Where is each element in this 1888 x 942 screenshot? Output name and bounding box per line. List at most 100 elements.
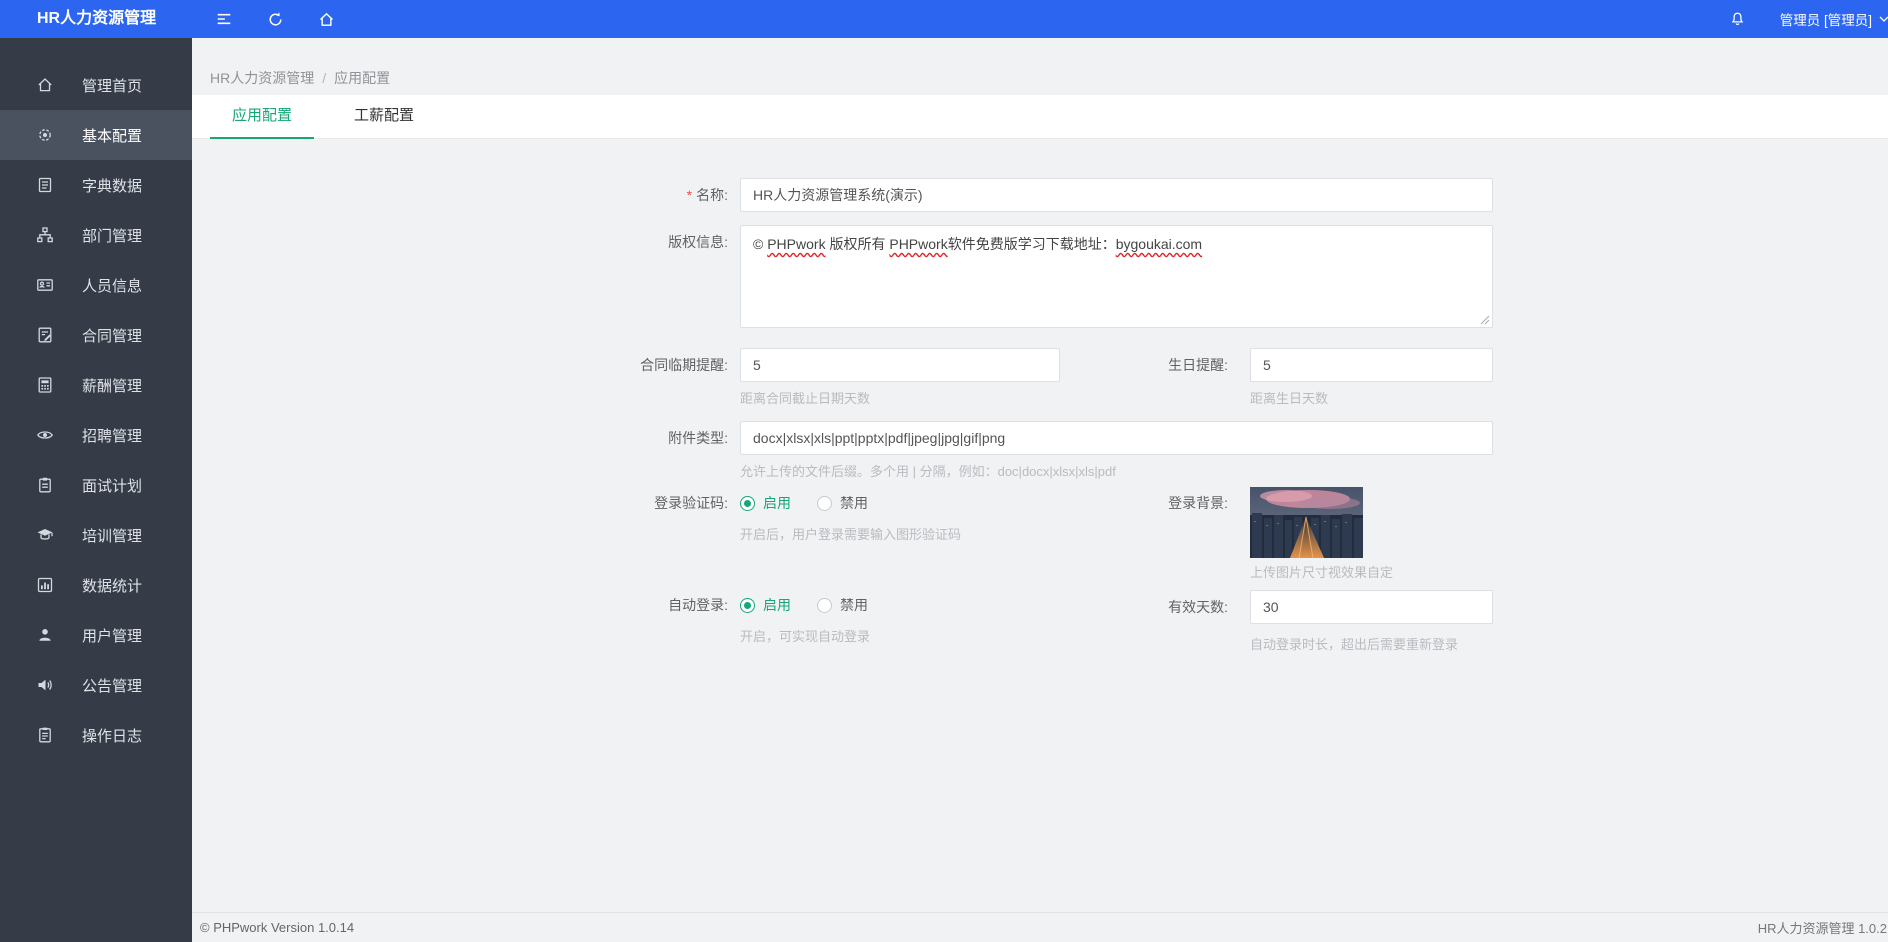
menu-toggle-icon[interactable] [212,7,236,31]
breadcrumb-root[interactable]: HR人力资源管理 [210,70,314,86]
log-icon [36,726,54,744]
tab-salary-config[interactable]: 工薪配置 [332,95,436,139]
copyright-textarea[interactable]: © PHPwork 版权所有 PHPwork软件免费版学习下载地址：bygouk… [740,225,1493,328]
speaker-icon [36,676,54,694]
birthday-reminder-input[interactable] [1250,348,1493,382]
login-background-image[interactable] [1250,487,1363,558]
gear-icon [36,126,54,144]
page-footer: © PHPwork Version 1.0.14 HR人力资源管理 1.0.2 [192,912,1888,942]
id-card-icon [36,276,54,294]
chevron-down-icon [1876,10,1888,28]
breadcrumb: HR人力资源管理 / 应用配置 [210,68,390,88]
breadcrumb-current: 应用配置 [334,70,391,86]
sidebar-item-label: 合同管理 [82,327,143,345]
login-background-hint: 上传图片尺寸视效果自定 [1250,565,1394,580]
sidebar-item-label: 用户管理 [82,627,143,645]
sidebar-item-salary[interactable]: 薪酬管理 [0,360,192,410]
user-menu[interactable]: 管理员 [管理员] [1780,0,1888,38]
name-input[interactable] [740,178,1493,212]
copyright-text: bygoukai.com [1115,236,1203,252]
calculator-icon [36,376,54,394]
sitemap-icon [36,226,54,244]
sidebar-item-label: 数据统计 [82,577,143,595]
bar-chart-icon [36,576,54,594]
attachment-types-input[interactable] [740,421,1493,455]
tab-app-config[interactable]: 应用配置 [210,95,315,139]
copyright-text: PHPwork [889,236,948,252]
resize-grip-icon[interactable] [1480,315,1490,325]
breadcrumb-separator: / [322,70,327,86]
copyright-text: 版权所有 [825,236,890,252]
sidebar-item-personnel[interactable]: 人员信息 [0,260,192,310]
book-icon [36,176,54,194]
sidebar-item-dashboard[interactable]: 管理首页 [0,60,192,110]
sidebar-item-label: 面试计划 [82,477,143,495]
sidebar-item-dict-data[interactable]: 字典数据 [0,160,192,210]
sidebar-item-departments[interactable]: 部门管理 [0,210,192,260]
contract-reminder-input[interactable] [740,348,1060,382]
sidebar-item-recruitment[interactable]: 招聘管理 [0,410,192,460]
login-background-label: 登录背景: [1168,495,1228,511]
sidebar-item-label: 字典数据 [82,177,143,195]
birthday-reminder-hint: 距离生日天数 [1250,391,1329,406]
sidebar-item-statistics[interactable]: 数据统计 [0,560,192,610]
sidebar-item-interview-plan[interactable]: 面试计划 [0,460,192,510]
sidebar-nav: 管理首页 基本配置 字典数据 部门管理 人员信息 合同管理 薪酬管理 招聘管理 … [0,38,192,942]
eye-icon [36,426,54,444]
footer-version: HR人力资源管理 1.0.2 [1757,921,1887,936]
sidebar-item-label: 公告管理 [82,677,143,695]
sidebar-item-label: 薪酬管理 [82,377,143,395]
refresh-icon[interactable] [263,7,287,31]
tab-bar: 应用配置 工薪配置 [192,95,1888,139]
sidebar-item-announcements[interactable]: 公告管理 [0,660,192,710]
login-captcha-hint: 开启后，用户登录需要输入图形验证码 [740,527,962,542]
sidebar-item-label: 招聘管理 [82,427,143,445]
name-label: * 名称: [686,187,728,203]
attachment-types-hint: 允许上传的文件后缀。多个用 | 分隔，例如：doc|docx|xlsx|xls|… [740,464,1116,479]
user-name: 管理员 [管理员] [1779,13,1872,28]
sidebar-item-operation-logs[interactable]: 操作日志 [0,710,192,760]
app-title: HR人力资源管理 [37,10,157,27]
footer-copyright: © PHPwork Version 1.0.14 [200,920,355,935]
home-icon [36,76,54,94]
header-right-group: 管理员 [管理员] [1726,0,1888,38]
copyright-text: PHPwork [767,236,826,252]
sidebar-item-label: 部门管理 [82,227,143,245]
sidebar-item-contracts[interactable]: 合同管理 [0,310,192,360]
bell-icon[interactable] [1726,7,1750,31]
radio-circle-icon [817,597,832,613]
required-asterisk: * [686,187,693,203]
auto-login-hint: 开启，可实现自动登录 [740,629,871,644]
sidebar-item-label: 管理首页 [82,77,143,95]
login-captcha-radio-group: 启用 禁用 [740,490,894,516]
sidebar-item-basic-config[interactable]: 基本配置 [0,110,192,160]
valid-days-hint: 自动登录时长，超出后需要重新登录 [1250,637,1459,652]
attachment-types-label: 附件类型: [668,430,728,446]
birthday-reminder-label: 生日提醒: [1168,357,1228,373]
contract-reminder-hint: 距离合同截止日期天数 [740,391,871,406]
sidebar-item-training[interactable]: 培训管理 [0,510,192,560]
auto-login-enable-radio[interactable]: 启用 [740,595,791,615]
copyright-text: 软件免费版学习下载地址： [947,236,1116,252]
home-icon[interactable] [314,7,338,31]
user-icon [36,626,54,644]
auto-login-disable-radio[interactable]: 禁用 [817,595,868,615]
header-icon-group [212,0,365,38]
radio-circle-icon [817,495,832,511]
copyright-label: 版权信息: [668,234,728,250]
captcha-enable-radio[interactable]: 启用 [740,493,791,513]
radio-circle-icon [740,495,755,511]
radio-circle-icon [740,597,755,613]
graduation-cap-icon [36,526,54,544]
clipboard-icon [36,476,54,494]
sidebar-item-users[interactable]: 用户管理 [0,610,192,660]
captcha-disable-radio[interactable]: 禁用 [817,493,868,513]
sidebar-item-label: 人员信息 [82,277,143,295]
auto-login-radio-group: 启用 禁用 [740,592,894,618]
top-header: HR人力资源管理 管理员 [管理员] [0,0,1888,38]
sidebar-item-label: 基本配置 [82,127,143,145]
copyright-text: © [753,236,768,252]
valid-days-input[interactable] [1250,590,1493,624]
contract-icon [36,326,54,344]
sidebar-item-label: 操作日志 [82,727,143,745]
